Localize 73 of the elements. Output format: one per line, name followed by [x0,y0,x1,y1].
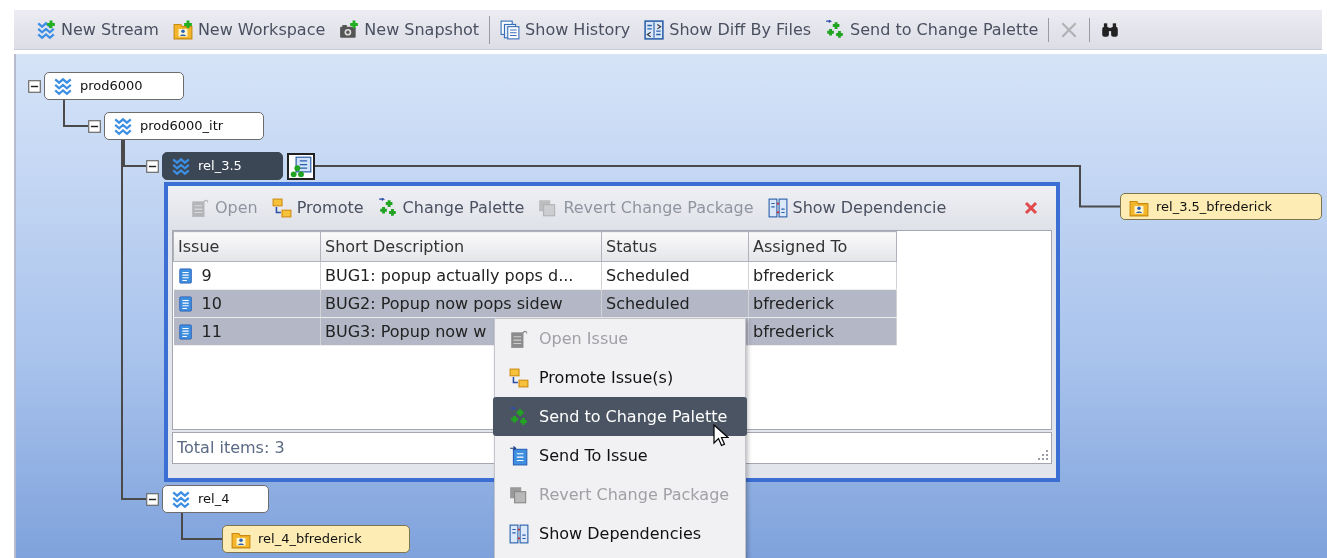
stream-node[interactable]: rel_3.5 [162,152,283,180]
menu-item[interactable]: Send To Issue [495,436,745,475]
column-header[interactable]: Short Description [320,231,602,262]
toolbar-button[interactable]: Show Diff By Files [642,15,814,44]
crosses-icon [509,406,529,427]
toolbar-button[interactable]: New Snapshot [337,15,482,44]
table-cell: Scheduled [601,261,749,290]
crosses-icon [377,198,398,218]
stacked-pages-icon [509,484,529,505]
waves-icon [171,156,191,176]
menu-item[interactable]: Show Dependencies [495,514,745,553]
column-header[interactable]: Assigned To [748,231,897,262]
total-items-text: Total items: 3 [177,437,285,459]
collapse-toggle[interactable] [146,160,159,173]
node-label: rel_3.5 [198,157,242,176]
toolbar-button[interactable]: Promote [269,194,366,222]
stream-node[interactable]: rel_4 [162,485,269,513]
node-label: rel_3.5_bfrederick [1156,197,1273,216]
table-cell-text: 10 [201,292,222,315]
menu-item[interactable]: Send to Change Palette [493,397,747,436]
table-cell-text: 11 [201,320,222,343]
workspace-node[interactable]: rel_3.5_bfrederick [1120,193,1322,220]
toolbar-button[interactable]: New Stream [34,15,161,44]
table-row[interactable]: 9 BUG1: popup actually pops d... Scheduled bfrederick [173,261,897,290]
stream-node[interactable]: prod6000_itr [104,112,264,140]
documents-icon [500,19,521,40]
crosses-icon [825,19,846,40]
node-label: rel_4_bfrederick [258,530,362,549]
waves-icon [171,489,191,509]
resize-grip-icon[interactable] [1037,449,1049,461]
document-icon [177,267,194,284]
linked-documents-icon [509,523,529,544]
node-label: prod6000 [80,77,143,96]
linked-documents-icon [767,198,788,218]
waves-plus-icon [36,19,56,40]
collapse-toggle[interactable] [146,493,159,506]
column-header[interactable]: Status [601,231,749,262]
camera-plus-icon [339,19,360,40]
collapse-toggle[interactable] [88,120,101,133]
document-icon [190,198,210,218]
menu-item[interactable]: Promote Issue(s) [495,358,745,397]
table-cell: bfrederick [748,289,897,318]
document-plus-icon[interactable] [287,153,315,180]
table-cell: Scheduled [601,289,749,318]
toolbar-button[interactable]: Send to Change Palette [823,15,1041,44]
folders-arrow-icon [509,367,529,388]
waves-icon [113,116,133,136]
document-icon [509,328,529,349]
node-label: rel_4 [198,490,230,509]
collapse-toggle[interactable] [28,80,41,93]
workspace-node[interactable]: rel_4_bfrederick [222,525,410,553]
connector-line [63,99,89,127]
column-header[interactable]: Issue [173,231,321,262]
folders-arrow-icon [271,198,292,218]
folder-person-plus-icon [172,19,193,40]
document-icon [177,295,194,312]
toolbar-button[interactable]: Change Palette [375,194,527,222]
table-cell: BUG1: popup actually pops d... [320,261,602,290]
compare-icon [644,19,665,40]
table-cell: BUG2: Popup now pops sidew [320,289,602,318]
table-cell-text: 9 [201,264,212,287]
table-row[interactable]: 10 BUG2: Popup now pops sidew Scheduled bfrederick [173,289,897,318]
node-label: prod6000_itr [140,117,224,136]
table-cell: bfrederick [748,317,897,346]
waves-icon [53,76,73,96]
connector-line [181,512,223,540]
table-cell: bfrederick [748,261,897,290]
document-icon [177,323,194,340]
stream-node[interactable]: prod6000 [44,72,184,100]
toolbar-button[interactable]: New Workspace [170,15,328,44]
toolbar-button[interactable]: Show Dependencie [765,194,949,222]
toolbar-button[interactable]: Show History [498,15,633,44]
mouse-cursor-icon [713,424,729,448]
